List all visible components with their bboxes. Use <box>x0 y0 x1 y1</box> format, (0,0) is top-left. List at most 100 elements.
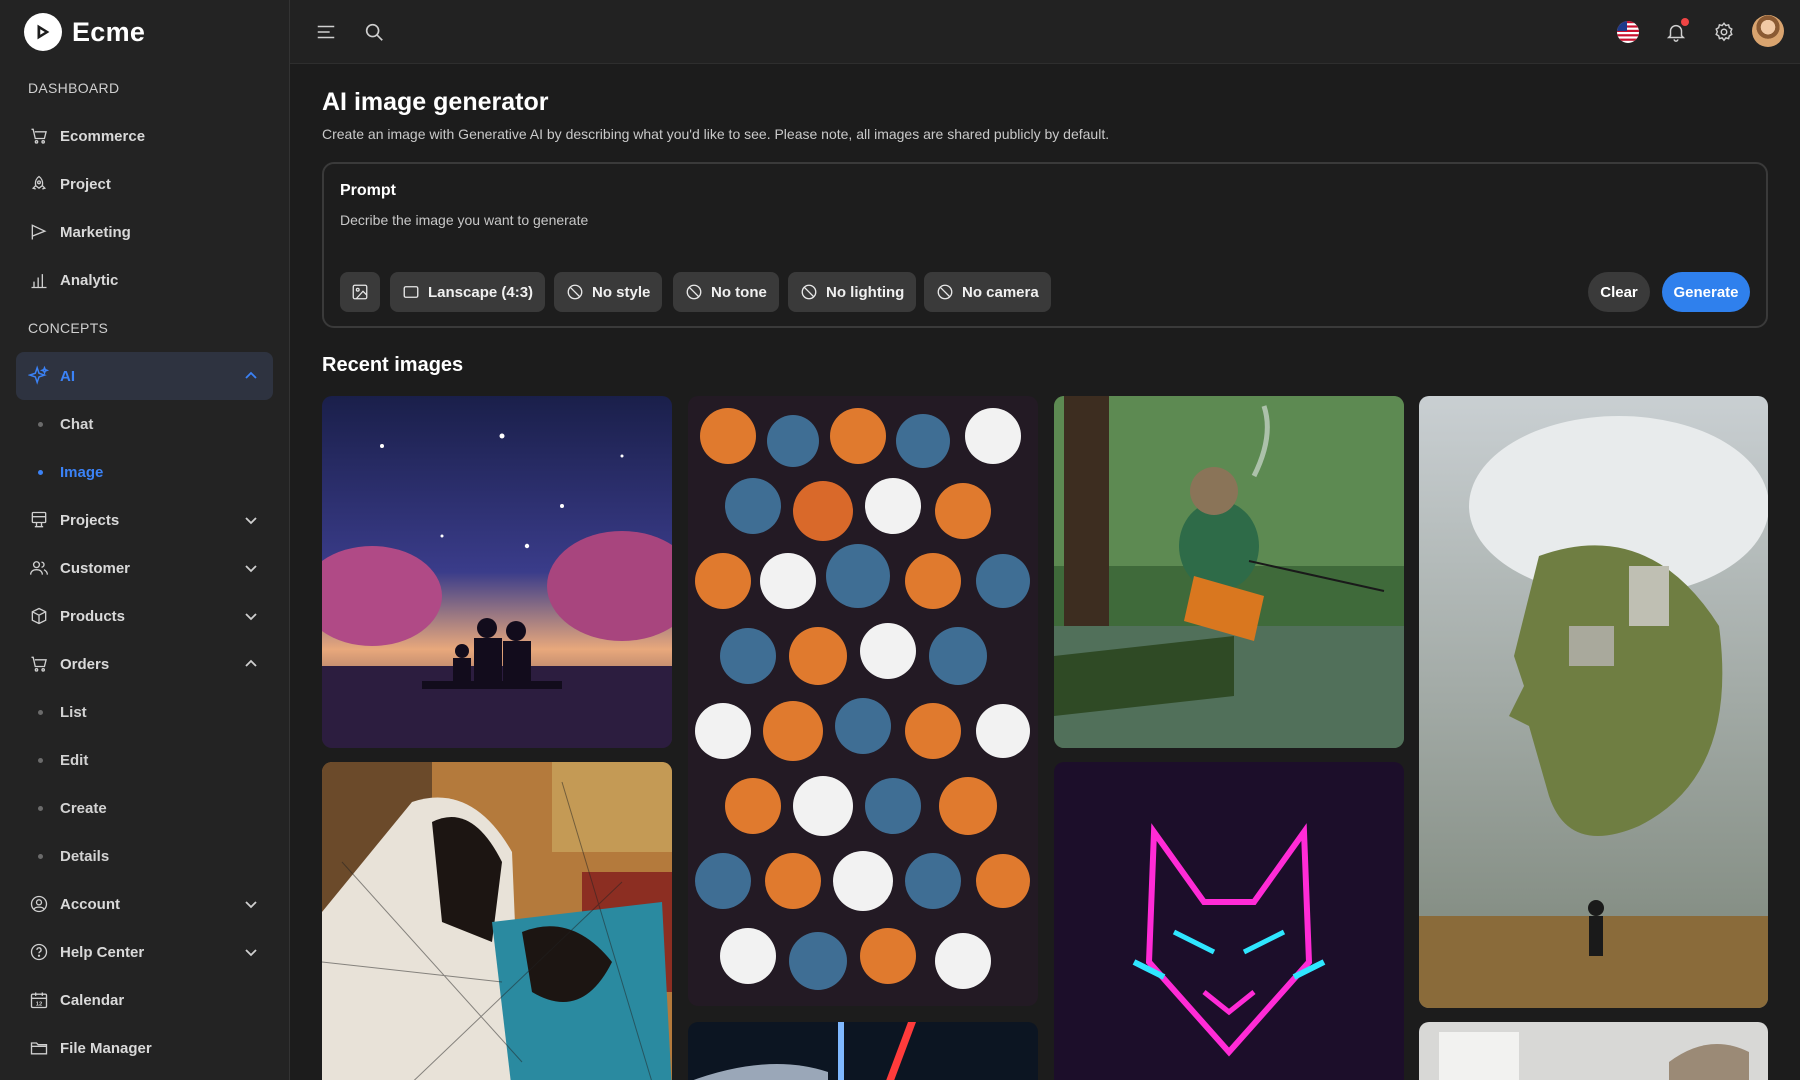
chip-label: No camera <box>962 283 1039 301</box>
prompt-card: Prompt Lanscape (4:3) No style No tone N… <box>322 162 1768 328</box>
calendar-badge: 12 <box>36 1001 43 1007</box>
cart-icon <box>28 125 50 147</box>
sidebar-subitem-edit[interactable]: Edit <box>0 736 289 784</box>
chip-label: Lanscape (4:3) <box>428 283 534 301</box>
sidebar-item-ecommerce[interactable]: Ecommerce <box>16 112 273 160</box>
sidebar-subitem-create[interactable]: Create <box>0 784 289 832</box>
top-header <box>290 0 1800 64</box>
folder-icon <box>28 1037 50 1059</box>
logo-icon <box>24 13 62 51</box>
sidebar-item-ai[interactable]: AI <box>16 352 273 400</box>
bullet-dot <box>38 421 43 427</box>
recent-image-5[interactable] <box>322 762 672 1080</box>
section-title-dashboard: DASHBOARD <box>28 80 120 96</box>
recent-image-7[interactable] <box>688 1022 1038 1080</box>
sidebar-item-calendar[interactable]: 12 Calendar <box>16 976 273 1024</box>
prompt-label: Prompt <box>340 182 396 199</box>
recent-image-3[interactable] <box>1054 396 1404 748</box>
page-description: Create an image with Generative AI by de… <box>322 126 1110 142</box>
chevron-up-icon <box>245 371 257 379</box>
avatar[interactable] <box>1752 15 1784 47</box>
clear-button[interactable]: Clear <box>1588 272 1650 312</box>
menu-icon[interactable] <box>314 20 338 44</box>
sidebar-item-customer[interactable]: Customer <box>16 544 273 592</box>
chip-label: No tone <box>711 283 767 301</box>
chevron-down-icon <box>245 613 257 621</box>
sidebar-item-account[interactable]: Account <box>16 880 273 928</box>
recent-image-2[interactable] <box>688 396 1038 1006</box>
sidebar: Ecme DASHBOARD Ecommerce Project Marketi… <box>0 0 290 1080</box>
ban-icon <box>566 283 584 301</box>
chevron-down-icon <box>245 565 257 573</box>
chip-label: No style <box>592 283 651 301</box>
camera-chip[interactable]: No camera <box>924 272 1051 312</box>
gear-icon[interactable] <box>1712 20 1736 44</box>
help-icon <box>28 941 50 963</box>
sidebar-item-label: Products <box>60 607 126 625</box>
aspect-ratio-icon <box>402 283 420 301</box>
tone-chip[interactable]: No tone <box>673 272 779 312</box>
sidebar-item-label: Help Center <box>60 943 145 961</box>
sidebar-subitem-details[interactable]: Details <box>0 832 289 880</box>
sidebar-subitem-label: Chat <box>60 415 94 433</box>
chevron-down-icon <box>245 949 257 957</box>
sidebar-item-label: Marketing <box>60 223 131 241</box>
section-title-concepts: CONCEPTS <box>28 320 109 336</box>
ban-icon <box>800 283 818 301</box>
style-chip[interactable]: No style <box>554 272 663 312</box>
search-icon[interactable] <box>362 20 386 44</box>
box-icon <box>28 605 50 627</box>
bullet-dot <box>38 805 43 811</box>
recent-image-6[interactable] <box>1054 762 1404 1080</box>
sidebar-item-orders[interactable]: Orders <box>16 640 273 688</box>
sparkle-icon <box>28 365 50 387</box>
sidebar-subitem-label: List <box>60 703 87 721</box>
generate-button[interactable]: Generate <box>1662 272 1750 312</box>
ban-icon <box>936 283 954 301</box>
us-flag-icon[interactable] <box>1616 20 1640 44</box>
image-upload-button[interactable] <box>340 272 380 312</box>
sidebar-item-label: Customer <box>60 559 131 577</box>
chevron-up-icon <box>245 659 257 667</box>
recent-images-title: Recent images <box>322 354 464 376</box>
sidebar-item-label: Analytic <box>60 271 119 289</box>
sidebar-subitem-list[interactable]: List <box>0 688 289 736</box>
bell-icon[interactable] <box>1664 18 1689 44</box>
sidebar-item-help-center[interactable]: Help Center <box>16 928 273 976</box>
notification-dot <box>1681 18 1689 26</box>
cart-icon <box>28 653 50 675</box>
sidebar-item-label: Project <box>60 175 111 193</box>
recent-image-8[interactable] <box>1419 1022 1768 1080</box>
ban-icon <box>685 283 703 301</box>
sidebar-item-label: AI <box>60 367 75 385</box>
users-icon <box>28 557 50 579</box>
recent-image-1[interactable] <box>322 396 672 748</box>
sidebar-item-marketing[interactable]: Marketing <box>16 208 273 256</box>
sidebar-subitem-label: Details <box>60 847 110 865</box>
aspect-ratio-chip[interactable]: Lanscape (4:3) <box>390 272 546 312</box>
sidebar-subitem-image[interactable]: Image <box>0 448 289 496</box>
prompt-input[interactable] <box>340 208 1740 232</box>
sidebar-item-project[interactable]: Project <box>16 160 273 208</box>
sidebar-item-label: File Manager <box>60 1039 152 1057</box>
lighting-chip[interactable]: No lighting <box>788 272 917 312</box>
sidebar-item-products[interactable]: Products <box>16 592 273 640</box>
chevron-down-icon <box>245 517 257 525</box>
app-logo[interactable]: Ecme <box>0 0 289 64</box>
sidebar-item-analytic[interactable]: Analytic <box>16 256 273 304</box>
bar-chart-icon <box>28 269 50 291</box>
bullet-dot <box>38 853 43 859</box>
chip-label: No lighting <box>826 283 905 301</box>
user-circle-icon <box>28 893 50 915</box>
bullet-dot <box>38 469 43 475</box>
sidebar-subitem-label: Edit <box>60 751 89 769</box>
sidebar-item-projects[interactable]: Projects <box>16 496 273 544</box>
sidebar-item-label: Account <box>60 895 120 913</box>
recent-image-4[interactable] <box>1419 396 1768 1008</box>
sidebar-subitem-chat[interactable]: Chat <box>0 400 289 448</box>
sidebar-item-label: Orders <box>60 655 110 673</box>
sidebar-item-file-manager[interactable]: File Manager <box>16 1024 273 1072</box>
sidebar-item-label: Projects <box>60 511 120 529</box>
sidebar-subitem-label: Image <box>60 463 104 481</box>
flag-icon <box>28 221 50 243</box>
